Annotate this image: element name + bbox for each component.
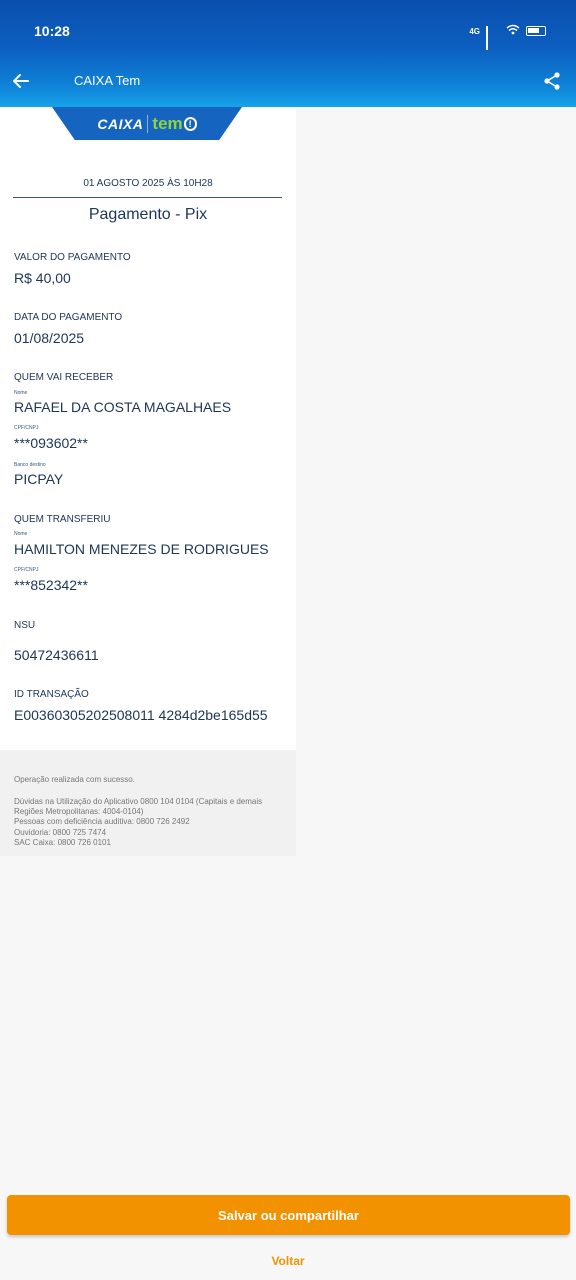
- sender-doc: ***852342**: [14, 577, 88, 593]
- payment-value: R$ 40,00: [14, 270, 71, 286]
- help-line-2: Regiões Metropolitanas: 4004-0104): [14, 807, 144, 816]
- status-icons: 4G: [469, 22, 546, 50]
- app-header: 10:28 4G CAIXA Tem: [0, 0, 576, 107]
- receiver-doc: ***093602**: [14, 435, 88, 451]
- signal-icon: [486, 26, 500, 50]
- ombudsman-line: Ouvidoria: 0800 725 7474: [14, 828, 107, 837]
- nsu-value: 50472436611: [14, 647, 99, 663]
- receiver-bank: PICPAY: [14, 471, 64, 487]
- nsu-label: NSU: [14, 620, 36, 631]
- wifi-icon: [506, 22, 520, 40]
- transaction-id: E00360305202508011 4284d2be165d55: [14, 707, 268, 723]
- transaction-id-label: ID TRANSAÇÃO: [14, 689, 89, 700]
- receiver-name-label: Nome: [14, 390, 28, 396]
- status-time: 10:28: [34, 23, 70, 39]
- hearing-line: Pessoas com deficiência auditiva: 0800 7…: [14, 817, 190, 826]
- sender-name-label: Nome: [14, 531, 28, 537]
- network-type: 4G: [469, 26, 480, 36]
- receipt-card: CAIXA tem! 01 AGOSTO 2025 ÀS 10H28 Pagam…: [0, 107, 296, 750]
- receiver-section-label: QUEM VAI RECEBER: [14, 372, 114, 383]
- share-icon[interactable]: [542, 71, 562, 91]
- receipt-date: 01 AGOSTO 2025 ÀS 10H28: [83, 178, 213, 189]
- header-title: CAIXA Tem: [74, 73, 141, 88]
- receiver-doc-label: CPF/CNPJ: [14, 425, 39, 431]
- payment-date-label: DATA DO PAGAMENTO: [14, 312, 123, 323]
- payment-date: 01/08/2025: [14, 330, 85, 346]
- sac-line: SAC Caixa: 0800 726 0101: [14, 838, 111, 847]
- back-button[interactable]: Voltar: [0, 1250, 576, 1272]
- sender-section-label: QUEM TRANSFERIU: [14, 514, 111, 525]
- help-line-1: Dúvidas na Utilização do Aplicativo 0800…: [14, 797, 263, 806]
- receipt-title: Pagamento - Pix: [88, 206, 208, 223]
- info-footer: Operação realizada com sucesso. Dúvidas …: [0, 750, 296, 856]
- receiver-bank-label: Banco destino: [14, 462, 46, 468]
- save-share-button[interactable]: Salvar ou compartilhar: [7, 1195, 570, 1235]
- success-message: Operação realizada com sucesso.: [14, 775, 135, 784]
- caixa-tem-logo: CAIXA tem!: [52, 107, 242, 140]
- sender-doc-label: CPF/CNPJ: [14, 567, 39, 573]
- divider: [13, 197, 282, 198]
- payment-value-label: VALOR DO PAGAMENTO: [14, 252, 131, 263]
- back-arrow-icon[interactable]: [10, 70, 32, 92]
- battery-icon: [526, 26, 546, 36]
- receiver-name: RAFAEL DA COSTA MAGALHAES: [14, 399, 232, 415]
- sender-name: HAMILTON MENEZES DE RODRIGUES: [14, 541, 269, 557]
